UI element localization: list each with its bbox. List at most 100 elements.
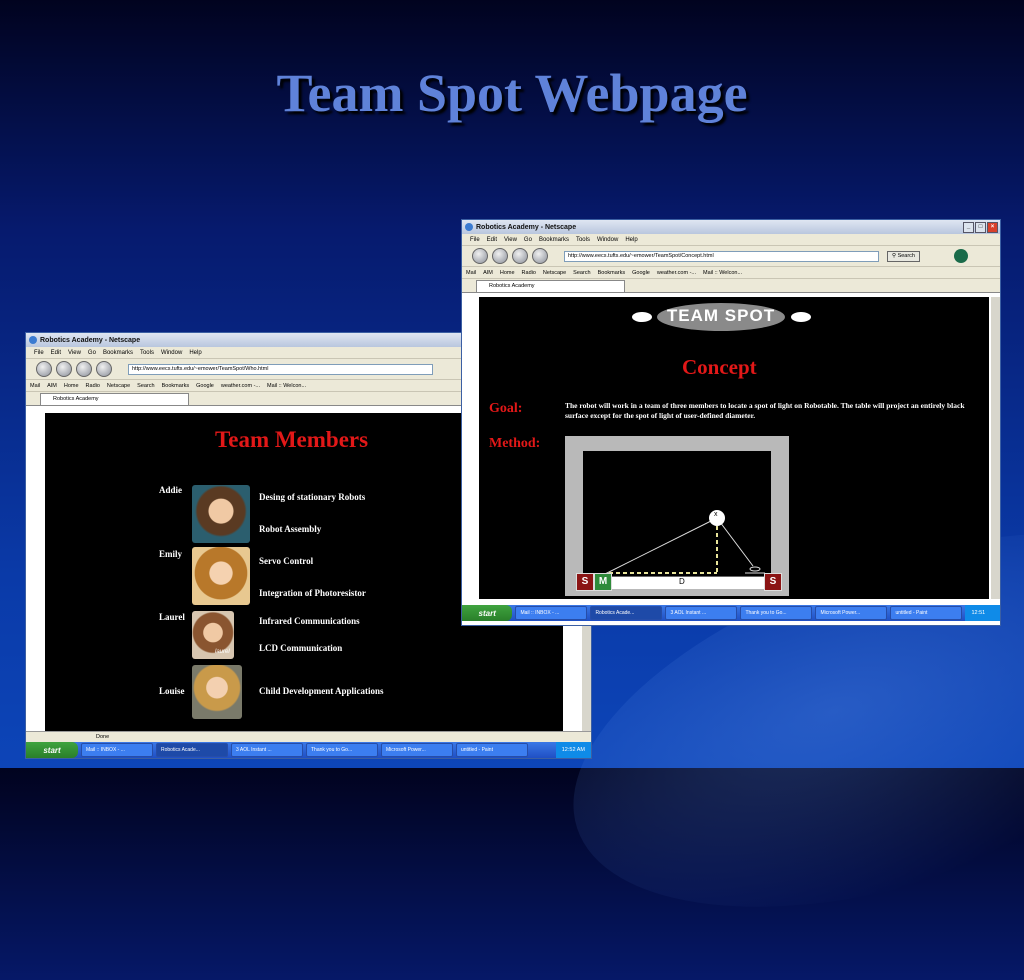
start-button[interactable]: start [462,605,513,621]
menu-view[interactable]: View [68,350,81,356]
role-emily-1: Servo Control [259,556,314,566]
light-ray-left [604,517,718,575]
tab-robotics-academy[interactable]: Robotics Academy [476,280,625,292]
task-robotics-academy[interactable]: Robotics Acade... [156,743,228,757]
toolbar-mail-welcome[interactable]: Mail :: Welcon... [703,270,742,276]
menu-file[interactable]: File [470,237,480,243]
logo-dot-left [632,312,652,322]
menu-edit[interactable]: Edit [487,237,497,243]
close-button[interactable]: × [987,221,998,233]
search-icon: ⚲ [892,252,897,259]
menu-go[interactable]: Go [88,350,96,356]
role-laurel-1: Infrared Communications [259,616,360,626]
toolbar-google[interactable]: Google [196,383,214,389]
diagram-lines [604,510,765,575]
page-title: Team Members [215,427,369,452]
forward-button[interactable] [492,248,508,264]
status-bar: Done [26,731,591,742]
window-title: Robotics Academy - Netscape [476,223,577,231]
toolbar-bookmarks[interactable]: Bookmarks [162,383,190,389]
toolbar-search[interactable]: Search [573,270,590,276]
team-spot-logo: TEAM SPOT [629,303,815,331]
stop-button[interactable] [96,361,112,377]
task-aol-instant[interactable]: 3 AOL Instant ... [665,606,738,620]
toolbar-home[interactable]: Home [64,383,79,389]
photo-louise [192,665,242,719]
task-mail-inbox[interactable]: Mail :: INBOX - ... [515,606,588,620]
method-diagram: x D S M S [565,436,789,596]
slide-title: Team Spot Webpage [276,63,748,123]
menu-edit[interactable]: Edit [51,350,61,356]
back-button[interactable] [472,248,488,264]
forward-button[interactable] [56,361,72,377]
photo-addie [192,485,250,543]
menu-window[interactable]: Window [161,350,182,356]
page-title: Concept [682,355,757,379]
stop-button[interactable] [532,248,548,264]
url-field[interactable]: http://www.eecs.tufts.edu/~emower/TeamSp… [564,250,879,262]
table-edge [585,576,769,589]
photo-emily [192,547,250,605]
task-thank-you[interactable]: Thank you to Go... [306,743,378,757]
search-button[interactable]: ⚲ Search [887,250,920,262]
minimize-button[interactable]: _ [963,221,974,233]
menu-go[interactable]: Go [524,237,532,243]
toolbar-netscape[interactable]: Netscape [107,383,130,389]
member-name-addie: Addie [159,485,183,495]
menu-bookmarks[interactable]: Bookmarks [539,237,569,243]
toolbar-search[interactable]: Search [137,383,154,389]
menu-file[interactable]: File [34,350,44,356]
toolbar-radio[interactable]: Radio [522,270,536,276]
task-microsoft-power[interactable]: Microsoft Power... [381,743,453,757]
tab-robotics-academy[interactable]: Robotics Academy [40,393,189,405]
robot-m: M [594,573,612,591]
task-untitled-paint[interactable]: untitled - Paint [890,606,963,620]
maximize-button[interactable]: □ [975,221,986,233]
reload-button[interactable] [512,248,528,264]
task-mail-inbox[interactable]: Mail :: INBOX - ... [81,743,153,757]
toolbar-weather[interactable]: weather.com -... [657,270,696,276]
vertical-scrollbar[interactable] [991,297,1000,599]
netscape-icon [465,223,473,231]
netscape-logo-icon [954,249,968,263]
robot-s-right: S [764,573,782,591]
toolbar-aim[interactable]: AIM [47,383,57,389]
method-label: Method: [489,436,541,451]
toolbar-aim[interactable]: AIM [483,270,493,276]
task-thank-you[interactable]: Thank you to Go... [740,606,813,620]
window-titlebar[interactable]: Robotics Academy - Netscape _ □ × [462,220,1000,234]
tab-bar: Robotics Academy [462,279,1000,293]
toolbar-mail[interactable]: Mail [30,383,40,389]
back-button[interactable] [36,361,52,377]
reload-button[interactable] [76,361,92,377]
personal-toolbar: Mail AIM Home Radio Netscape Search Book… [462,267,1000,279]
toolbar-bookmarks[interactable]: Bookmarks [598,270,626,276]
toolbar-home[interactable]: Home [500,270,515,276]
task-aol-instant[interactable]: 3 AOL Instant ... [231,743,303,757]
taskbar: start Mail :: INBOX - ... Robotics Acade… [26,742,591,758]
logo-dot-right [791,312,811,322]
toolbar-netscape[interactable]: Netscape [543,270,566,276]
menu-window[interactable]: Window [597,237,618,243]
task-robotics-academy[interactable]: Robotics Acade... [590,606,663,620]
toolbar-google[interactable]: Google [632,270,650,276]
toolbar-weather[interactable]: weather.com -... [221,383,260,389]
menu-bookmarks[interactable]: Bookmarks [103,350,133,356]
task-untitled-paint[interactable]: untitled - Paint [456,743,528,757]
member-name-laurel: Laurel [159,612,185,622]
menu-help[interactable]: Help [189,350,201,356]
start-button[interactable]: start [26,742,78,758]
menu-bar: File Edit View Go Bookmarks Tools Window… [462,234,1000,246]
member-name-louise: Louise [159,686,185,696]
member-name-emily: Emily [159,549,183,559]
menu-tools[interactable]: Tools [140,350,154,356]
url-field[interactable]: http://www.eecs.tufts.edu/~emower/TeamSp… [128,363,433,375]
menu-view[interactable]: View [504,237,517,243]
task-microsoft-power[interactable]: Microsoft Power... [815,606,888,620]
toolbar-mail[interactable]: Mail [466,270,476,276]
goal-text: The robot will work in a team of three m… [565,401,965,420]
menu-tools[interactable]: Tools [576,237,590,243]
menu-help[interactable]: Help [625,237,637,243]
toolbar-mail-welcome[interactable]: Mail :: Welcon... [267,383,306,389]
toolbar-radio[interactable]: Radio [86,383,100,389]
